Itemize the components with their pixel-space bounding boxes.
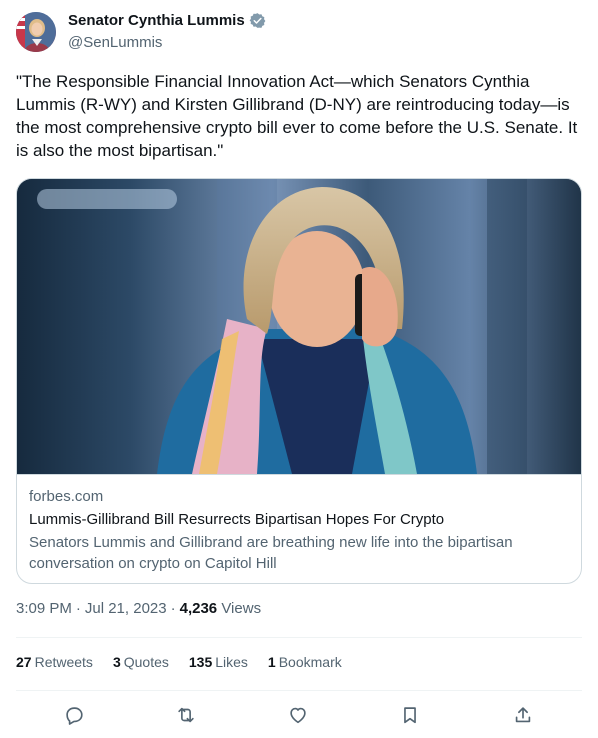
engagement-stats: 27 Retweets 3 Quotes 135 Likes 1 Bookmark: [16, 654, 362, 670]
card-description: Senators Lummis and Gillibrand are breat…: [29, 534, 513, 572]
tweet-container: Senator Cynthia Lummis @SenLummis "The R…: [0, 0, 598, 738]
tweet-text: "The Responsible Financial Innovation Ac…: [16, 72, 578, 160]
likes-stat[interactable]: 135 Likes: [189, 654, 248, 670]
link-card[interactable]: forbes.com Lummis-Gillibrand Bill Resurr…: [16, 178, 582, 584]
views-label: Views: [221, 600, 262, 617]
verified-badge-icon: [249, 13, 266, 28]
retweets-count: 27: [16, 654, 32, 670]
quotes-count: 3: [112, 654, 121, 670]
tweet-date[interactable]: Jul 21, 2023: [85, 600, 167, 617]
share-icon[interactable]: [512, 704, 534, 726]
bookmark-icon[interactable]: [399, 704, 421, 726]
tweet-meta: 3:09 PM · Jul 21, 2023 · 4,236 Views: [16, 600, 261, 617]
views-count: 4,236: [179, 600, 218, 617]
likes-count: 135: [188, 654, 213, 670]
card-meta[interactable]: forbes.com Lummis-Gillibrand Bill Resurr…: [17, 474, 581, 583]
tweet-time[interactable]: 3:09 PM: [16, 600, 72, 617]
retweet-icon[interactable]: [175, 704, 197, 726]
bookmarks-stat[interactable]: 1 Bookmark: [268, 654, 342, 670]
author-handle[interactable]: @SenLummis: [68, 34, 162, 51]
bookmarks-count: 1: [267, 654, 276, 670]
views[interactable]: 4,236 Views: [180, 600, 261, 617]
divider: [16, 637, 582, 638]
like-icon[interactable]: [287, 704, 309, 726]
quotes-label: Quotes: [123, 654, 169, 670]
retweets-stat[interactable]: 27 Retweets: [16, 654, 93, 670]
bookmarks-label: Bookmark: [278, 654, 342, 670]
retweets-label: Retweets: [34, 654, 93, 670]
card-title: Lummis-Gillibrand Bill Resurrects Bipart…: [29, 511, 445, 528]
likes-label: Likes: [215, 654, 248, 670]
meta-separator: ·: [75, 600, 81, 617]
card-image[interactable]: [17, 179, 581, 474]
action-bar: [16, 700, 582, 730]
author-row: Senator Cynthia Lummis: [68, 12, 266, 29]
meta-separator: ·: [170, 600, 176, 617]
quotes-stat[interactable]: 3 Quotes: [113, 654, 169, 670]
card-domain: forbes.com: [29, 488, 104, 505]
reply-icon[interactable]: [63, 704, 85, 726]
divider: [16, 690, 582, 691]
author-name[interactable]: Senator Cynthia Lummis: [68, 12, 245, 29]
avatar[interactable]: [16, 12, 56, 52]
